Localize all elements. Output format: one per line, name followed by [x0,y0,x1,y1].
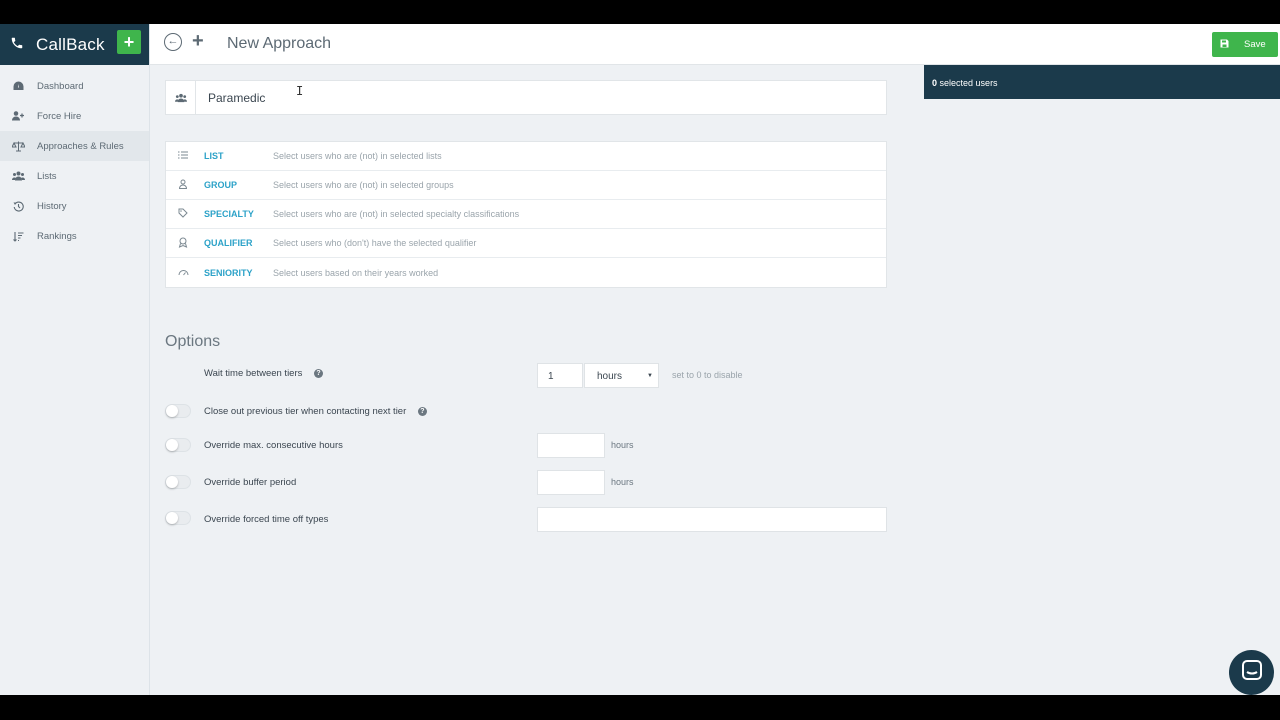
sidebar-item-label: Approaches & Rules [37,140,124,152]
save-label: Save [1244,39,1266,50]
rule-row-list[interactable]: LIST Select users who are (not) in selec… [166,142,886,171]
rule-row-qualifier[interactable]: QUALIFIER Select users who (don't) have … [166,229,886,258]
time-off-types-input[interactable] [537,507,887,532]
help-icon[interactable]: ? [314,369,324,378]
selected-users-count: 0 [932,78,938,88]
approach-name-field [165,80,887,115]
max-hours-label: Override max. consecutive hours [204,440,343,451]
list-icon [177,151,189,161]
user-plus-icon [11,109,25,123]
chat-launcher-button[interactable] [1229,650,1274,695]
wait-time-unit-select[interactable]: hours ▼ [584,363,659,388]
rule-name: GROUP [204,180,238,190]
rule-name: QUALIFIER [204,238,253,248]
close-out-label-text: Close out previous tier when contacting … [204,406,407,417]
help-icon[interactable]: ? [417,407,427,416]
ribbon-icon [177,237,189,250]
rule-description: Select users who are (not) in selected l… [273,151,442,161]
wait-time-hint: set to 0 to disable [672,370,743,380]
buffer-toggle[interactable] [165,475,191,489]
back-arrow-icon[interactable]: ← [164,33,182,51]
rule-row-seniority[interactable]: SENIORITY Select users based on their ye… [166,258,886,287]
sidebar-item-force-hire[interactable]: Force Hire [0,101,149,131]
sidebar-nav: Dashboard Force Hire Approaches & Rules … [0,71,149,251]
sidebar-item-history[interactable]: History [0,191,149,221]
time-off-label: Override forced time off types [204,514,329,525]
page-title: New Approach [227,35,332,52]
sidebar-item-label: Force Hire [37,110,82,122]
dashboard-icon [11,79,25,93]
rule-name: SENIORITY [204,267,253,278]
gauge-icon [177,268,189,278]
max-hours-input[interactable] [537,433,605,458]
buffer-unit: hours [611,477,634,487]
buffer-label: Override buffer period [204,477,297,488]
app-name: CallBack [36,34,105,54]
options-heading: Options [165,333,221,350]
save-button[interactable]: Save [1212,32,1278,57]
caret-down-icon: ▼ [647,373,653,379]
brand-bar: CallBack + [0,24,149,65]
rule-row-specialty[interactable]: SPECIALTY Select users who are (not) in … [166,200,886,229]
rule-description: Select users based on their years worked [273,267,439,278]
selected-users-bar: 0 selected users [924,65,1280,99]
rule-name: SPECIALTY [204,209,254,219]
users-icon [166,81,196,114]
rule-description: Select users who are (not) in selected s… [273,209,520,219]
rule-row-group[interactable]: GROUP Select users who are (not) in sele… [166,171,886,200]
sidebar-item-label: Rankings [37,230,77,242]
wait-time-label: Wait time between tiers ? [204,368,324,379]
rule-description: Select users who (don't) have the select… [273,238,477,248]
sidebar-item-rankings[interactable]: Rankings [0,221,149,251]
app-window: CallBack + Dashboard Force Hire Approach… [0,24,1280,695]
top-bar: ← + New Approach Save [150,24,1280,65]
rule-name: LIST [204,151,224,161]
balance-scale-icon [11,139,25,153]
sort-icon [11,229,25,243]
wait-time-input[interactable]: 1 [537,363,583,388]
selected-users-label: selected users [939,78,998,88]
floppy-disk-icon [1220,39,1229,51]
close-out-label: Close out previous tier when contacting … [204,406,427,417]
max-hours-toggle[interactable] [165,438,191,452]
history-icon [11,199,25,213]
chat-icon [1241,660,1262,685]
sidebar-item-label: Lists [37,170,57,182]
text-cursor-icon: I [296,84,304,98]
quick-add-button[interactable]: + [117,30,141,54]
wait-time-unit-value: hours [597,371,623,382]
rule-description: Select users who are (not) in selected g… [273,180,454,190]
time-off-toggle[interactable] [165,511,191,525]
buffer-input[interactable] [537,470,605,495]
sidebar-item-label: History [37,200,67,212]
sidebar-item-label: Dashboard [37,80,84,92]
approach-name-input[interactable] [208,89,868,107]
sidebar: CallBack + Dashboard Force Hire Approach… [0,24,150,695]
add-icon[interactable]: + [192,30,204,53]
rules-list: LIST Select users who are (not) in selec… [165,141,887,288]
users-icon [11,169,25,183]
tag-icon [177,208,189,220]
sidebar-item-dashboard[interactable]: Dashboard [0,71,149,101]
max-hours-unit: hours [611,440,634,450]
group-icon [177,179,189,191]
sidebar-item-approaches-rules[interactable]: Approaches & Rules [0,131,149,161]
sidebar-item-lists[interactable]: Lists [0,161,149,191]
wait-time-label-text: Wait time between tiers [204,368,303,379]
close-out-toggle[interactable] [165,404,191,418]
phone-icon [10,35,28,55]
